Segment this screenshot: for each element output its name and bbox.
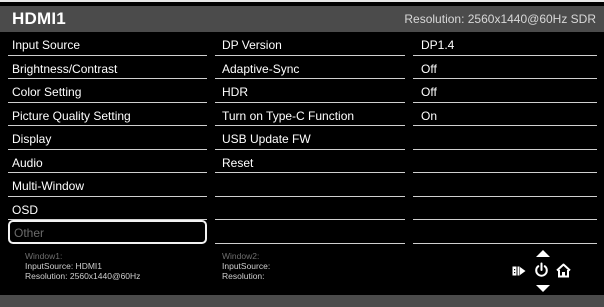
top-edge — [0, 0, 604, 2]
menu-item-audio[interactable]: Audio — [8, 150, 207, 173]
down-arrow-icon[interactable] — [536, 285, 550, 292]
menu-item-multi-window[interactable]: Multi-Window — [8, 173, 207, 197]
footer-strip — [0, 295, 604, 307]
submenu-item-dp-version[interactable]: DP Version — [215, 32, 405, 56]
submenu-item-reset[interactable]: Reset — [215, 150, 405, 173]
menu-item-other[interactable]: Other — [8, 220, 207, 244]
value-usb-update — [413, 126, 597, 150]
menu-item-color-setting[interactable]: Color Setting — [8, 79, 207, 103]
main-menu: Input Source Brightness/Contrast Color S… — [8, 32, 207, 244]
value-dp-version: DP1.4 — [413, 32, 597, 56]
window1-caption: Window1: — [25, 251, 63, 261]
submenu-item-hdr[interactable]: HDR — [215, 79, 405, 103]
submenu-item-type-c[interactable]: Turn on Type-C Function — [215, 103, 405, 126]
menu-item-osd[interactable]: OSD — [8, 197, 207, 220]
window2-input: InputSource: — [222, 261, 271, 271]
value-empty-row — [413, 197, 597, 220]
menu-item-input-source[interactable]: Input Source — [8, 32, 207, 56]
submenu: DP Version Adaptive-Sync HDR Turn on Typ… — [215, 32, 405, 244]
window2-info: Window2: InputSource: Resolution: — [222, 251, 270, 281]
value-empty-row — [413, 220, 597, 244]
home-icon[interactable] — [556, 263, 571, 283]
osd-menu: HDMI1 Resolution: 2560x1440@60Hz SDR Inp… — [0, 0, 604, 307]
menu-item-brightness-contrast[interactable]: Brightness/Contrast — [8, 56, 207, 79]
value-adaptive-sync: Off — [413, 56, 597, 79]
input-icon[interactable] — [512, 264, 526, 283]
submenu-empty-row — [215, 220, 405, 244]
value-column: DP1.4 Off Off On — [413, 32, 597, 244]
menu-item-picture-quality[interactable]: Picture Quality Setting — [8, 103, 207, 126]
submenu-empty-row — [215, 173, 405, 197]
input-title: HDMI1 — [12, 9, 66, 28]
window1-info: Window1: InputSource: HDMI1 Resolution: … — [25, 251, 140, 281]
submenu-item-usb-update[interactable]: USB Update FW — [215, 126, 405, 150]
submenu-item-adaptive-sync[interactable]: Adaptive-Sync — [215, 56, 405, 79]
window1-input: InputSource: HDMI1 — [25, 261, 103, 271]
power-icon[interactable] — [534, 262, 549, 283]
menu-item-display[interactable]: Display — [8, 126, 207, 150]
value-empty-row — [413, 173, 597, 197]
window2-caption: Window2: — [222, 251, 260, 261]
submenu-empty-row — [215, 197, 405, 220]
resolution-status: Resolution: 2560x1440@60Hz SDR — [404, 12, 596, 26]
osd-header: HDMI1 Resolution: 2560x1440@60Hz SDR — [0, 6, 604, 32]
value-reset — [413, 150, 597, 173]
value-hdr: Off — [413, 79, 597, 103]
window1-resolution: Resolution: 2560x1440@60Hz — [25, 271, 141, 281]
value-type-c: On — [413, 103, 597, 126]
window2-resolution: Resolution: — [222, 271, 265, 281]
up-arrow-icon[interactable] — [536, 250, 550, 257]
